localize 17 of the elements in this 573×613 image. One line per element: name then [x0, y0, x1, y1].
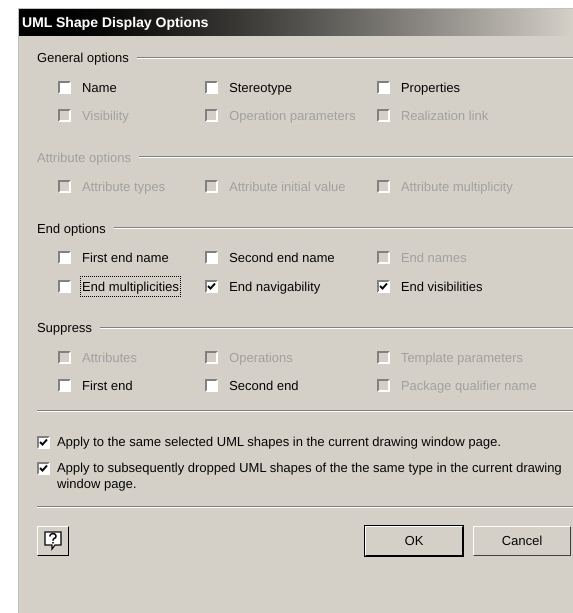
- group-label: General options: [37, 49, 129, 67]
- checkbox-label[interactable]: Name: [81, 78, 118, 97]
- checkbox-label[interactable]: End navigability: [228, 276, 322, 296]
- checkbox-label[interactable]: First end name: [81, 248, 170, 268]
- checkbox-label[interactable]: Second end: [228, 376, 300, 396]
- checkbox-label[interactable]: Second end name: [228, 248, 336, 268]
- checkbox-label[interactable]: End visibilities: [400, 276, 484, 296]
- checkbox-label[interactable]: Stereotype: [228, 78, 294, 97]
- ok-button[interactable]: OK: [365, 526, 463, 556]
- group-label: End options: [37, 220, 106, 238]
- checkbox-label[interactable]: Apply to subsequently dropped UML shapes of the the same type in the current drawing window page.: [57, 460, 562, 492]
- cancel-button[interactable]: Cancel: [473, 526, 571, 556]
- checkbox-label[interactable]: End multiplicities: [81, 276, 180, 296]
- checkbox-label[interactable]: Properties: [400, 78, 462, 97]
- group-label: Suppress: [37, 319, 92, 337]
- checkbox-label[interactable]: Apply to the same selected UML shapes in the current drawing window page.: [57, 434, 562, 450]
- checkbox-label[interactable]: First end: [81, 376, 134, 396]
